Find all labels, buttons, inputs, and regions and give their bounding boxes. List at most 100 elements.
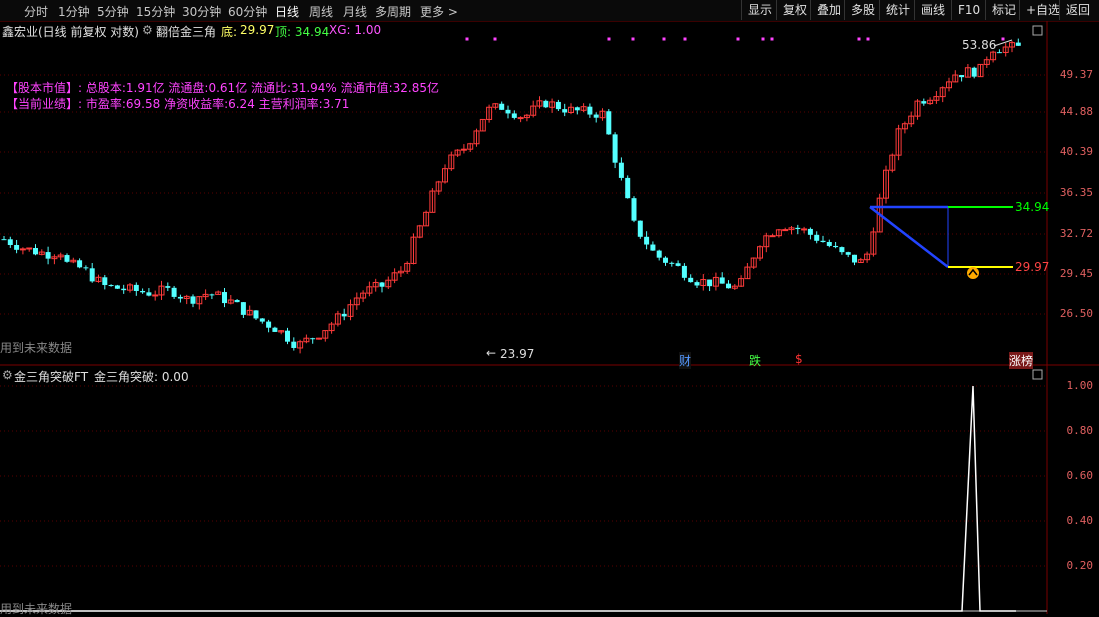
panel-maximize-icon	[1032, 25, 1043, 36]
info-performance-line: 【当前业绩】: 市盈率:69.58 净资收益率:6.24 主营利润率:3.71	[6, 97, 350, 111]
candle-body	[222, 292, 227, 304]
candle-body	[177, 296, 183, 299]
stock-title: 鑫宏业(日线 前复权 对数)	[2, 25, 139, 39]
xg-signal-dot	[493, 37, 497, 41]
candle-body	[64, 255, 70, 262]
candle-body	[209, 294, 215, 296]
low-arrow-icon: ←	[486, 346, 497, 360]
xg-signal-dot	[770, 37, 774, 41]
candle-body	[769, 235, 776, 238]
candle-body	[310, 338, 316, 340]
xg-signal-dot	[761, 37, 765, 41]
candle-body	[89, 268, 95, 282]
event-top-gainers[interactable]: 涨榜	[1009, 352, 1034, 369]
candle-body	[631, 198, 637, 221]
candle-body	[618, 162, 624, 178]
xg-signal-dot	[662, 37, 666, 41]
candle-body	[625, 177, 631, 199]
candle-body	[77, 260, 83, 268]
candle-body	[688, 277, 694, 283]
candle-body	[511, 113, 517, 118]
candle-body	[33, 247, 38, 255]
candle-body	[26, 247, 33, 250]
candle-body	[814, 234, 820, 241]
candle-body	[707, 279, 713, 287]
event-financial[interactable]: 财	[679, 352, 692, 369]
sub-indicator-value: 金三角突破: 0.00	[94, 370, 189, 384]
indicator-settings-icon[interactable]: ⚙	[142, 23, 153, 37]
price-axis-label: 26.50	[1059, 307, 1093, 320]
candle-body	[921, 101, 927, 104]
candle-body	[820, 240, 826, 243]
event-drop[interactable]: 跌	[749, 352, 761, 369]
bottom-line-label: 29.97	[1015, 260, 1050, 274]
candle-body	[612, 134, 618, 163]
candle-body	[517, 117, 524, 120]
candle-body	[606, 111, 612, 135]
candle-body	[845, 252, 851, 255]
candle-body	[1015, 42, 1021, 46]
price-axis-label: 40.39	[1059, 145, 1093, 158]
candle-body	[460, 148, 467, 151]
candle-body	[675, 263, 681, 266]
candle-body	[140, 290, 146, 293]
high-price-marker: 53.86	[962, 38, 997, 52]
candle-body	[637, 220, 643, 237]
candle-body	[801, 228, 808, 231]
xg-signal-dot	[631, 37, 635, 41]
price-axis-label: 29.45	[1059, 267, 1093, 280]
candle-body	[7, 239, 13, 246]
candle-body	[1, 239, 7, 241]
sub-indicator-name: 金三角突破FT	[14, 370, 89, 384]
candle-body	[146, 292, 152, 296]
event-dollar[interactable]: $	[795, 352, 803, 366]
sub-panel-maximize-icon	[1032, 369, 1043, 380]
candle-body	[833, 245, 839, 248]
price-axis-label: 44.88	[1059, 105, 1093, 118]
xg-signal-dot	[857, 37, 861, 41]
xg-signal-dot	[736, 37, 740, 41]
candle-body	[839, 247, 845, 253]
candle-body	[152, 294, 159, 297]
candle-body	[285, 330, 290, 342]
candle-body	[253, 310, 259, 319]
candle-body	[259, 318, 265, 322]
candle-body	[562, 109, 568, 113]
candle-body	[379, 282, 385, 287]
info-capital-line: 【股本市值】: 总股本:1.91亿 流通盘:0.61亿 流通比:31.94% 流…	[6, 81, 440, 95]
candle-body	[83, 267, 89, 269]
candle-body	[807, 228, 813, 235]
candle-body	[971, 67, 977, 77]
candle-body	[644, 236, 650, 245]
bottom-value: 29.97	[240, 23, 275, 37]
candle-body	[826, 242, 832, 246]
candle-body	[593, 114, 599, 118]
sub-settings-icon[interactable]: ⚙	[2, 368, 13, 382]
candle-body	[959, 75, 965, 78]
candle-body	[694, 282, 700, 286]
candle-body	[121, 288, 127, 291]
candle-body	[234, 300, 240, 303]
candle-body	[663, 257, 668, 263]
candle-body	[190, 296, 196, 304]
low-price-marker: 23.97	[500, 347, 535, 361]
price-axis-label: 49.37	[1059, 68, 1093, 81]
xg-signal-dot	[866, 37, 870, 41]
sub-axis-label: 1.00	[1066, 379, 1094, 392]
xg-signal-dot	[607, 37, 611, 41]
candle-body	[108, 285, 114, 287]
candle-body	[19, 248, 26, 251]
candle-body	[266, 321, 272, 328]
candle-body	[719, 277, 725, 284]
top-label: 顶: 34.94	[275, 25, 330, 39]
candle-body	[726, 283, 731, 289]
candle-body	[45, 252, 51, 259]
bottom-label: 底:	[221, 25, 238, 39]
candle-body	[669, 262, 675, 264]
triangle-hypotenuse	[869, 206, 949, 268]
candle-body	[316, 337, 322, 340]
sub-axis-label: 0.20	[1066, 559, 1094, 572]
price-axis-label: 36.35	[1059, 186, 1093, 199]
xg-signal-dot	[683, 37, 687, 41]
candle-body	[291, 341, 297, 348]
